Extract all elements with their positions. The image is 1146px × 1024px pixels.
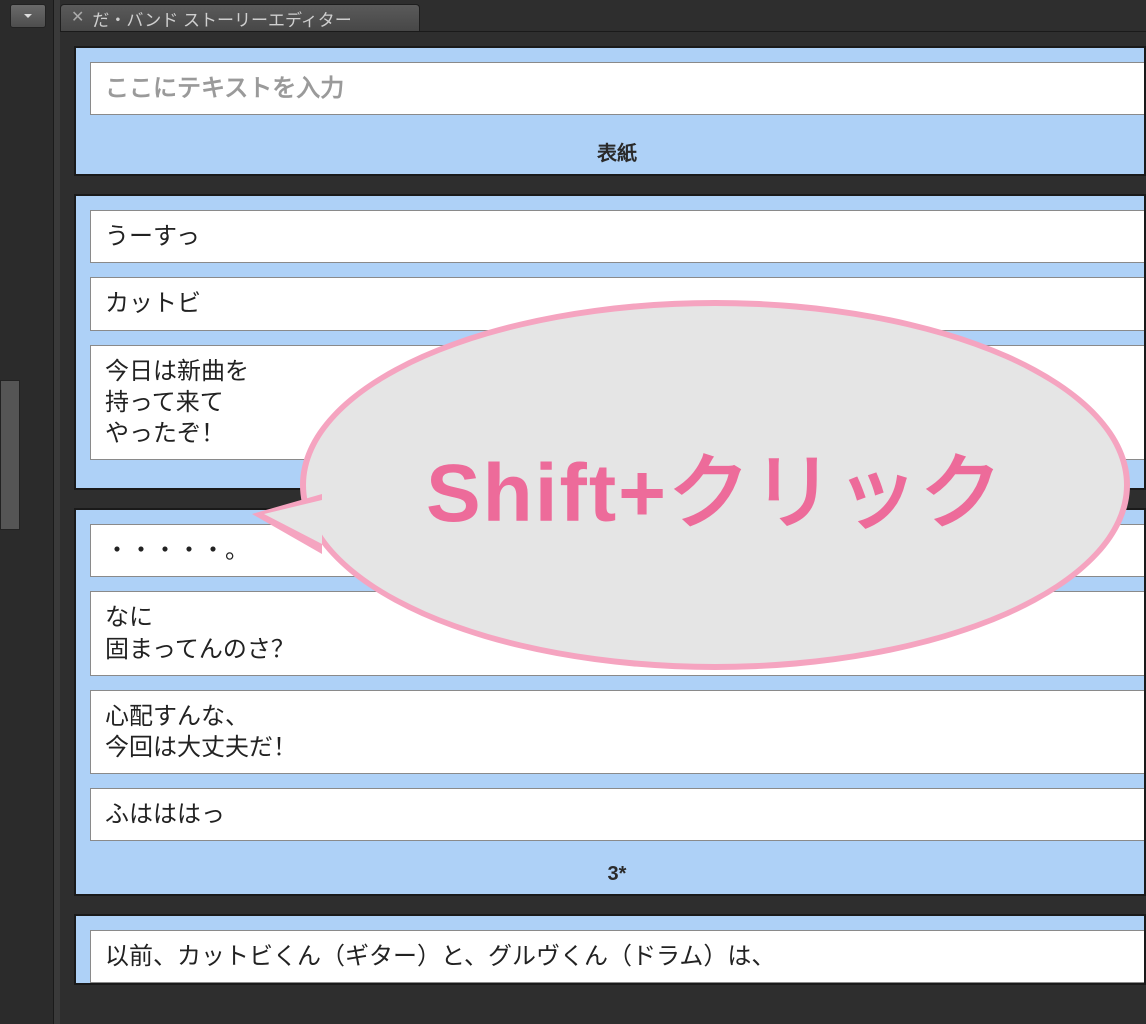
text-box[interactable]: 以前、カットビくん（ギター）と、グルヴくん（ドラム）は、: [90, 930, 1144, 983]
left-panel-stub: [0, 380, 20, 530]
text-box[interactable]: うーすっ: [90, 210, 1144, 263]
text-box[interactable]: ふはははっ: [90, 788, 1144, 841]
left-rail: [0, 0, 54, 1024]
tab-bar: ✕ だ・バンド ストーリーエディター: [60, 0, 1146, 32]
text-box[interactable]: ・・・・・。: [90, 524, 1144, 577]
app-root: ✕ だ・バンド ストーリーエディター ここにテキストを入力 表紙 うーすっ カッ…: [0, 0, 1146, 1024]
tab-menu-dropdown[interactable]: [10, 4, 46, 28]
text-box[interactable]: なに 固まってんのさ？: [90, 591, 1144, 675]
page-block[interactable]: ここにテキストを入力 表紙: [74, 46, 1146, 176]
editor-viewport[interactable]: ここにテキストを入力 表紙 うーすっ カットビ 今日は新曲を 持って来て やった…: [60, 32, 1146, 1024]
chevron-down-icon: [23, 11, 33, 21]
text-box[interactable]: カットビ: [90, 277, 1144, 330]
tab-title: だ・バンド ストーリーエディター: [92, 6, 351, 31]
close-icon[interactable]: ✕: [71, 10, 84, 26]
text-input-placeholder[interactable]: ここにテキストを入力: [90, 62, 1144, 115]
text-box[interactable]: 今日は新曲を 持って来て やったぞ！: [90, 345, 1144, 461]
page-footer-label: 3*: [90, 855, 1144, 888]
tab-story-editor[interactable]: ✕ だ・バンド ストーリーエディター: [60, 4, 420, 31]
page-footer-label: 表紙: [90, 129, 1144, 168]
page-block[interactable]: ・・・・・。 なに 固まってんのさ？ 心配すんな、 今回は大丈夫だ！ ふはははっ…: [74, 508, 1146, 896]
page-block[interactable]: 以前、カットビくん（ギター）と、グルヴくん（ドラム）は、: [74, 914, 1146, 985]
page-block[interactable]: うーすっ カットビ 今日は新曲を 持って来て やったぞ！: [74, 194, 1146, 490]
text-box[interactable]: 心配すんな、 今回は大丈夫だ！: [90, 690, 1144, 774]
